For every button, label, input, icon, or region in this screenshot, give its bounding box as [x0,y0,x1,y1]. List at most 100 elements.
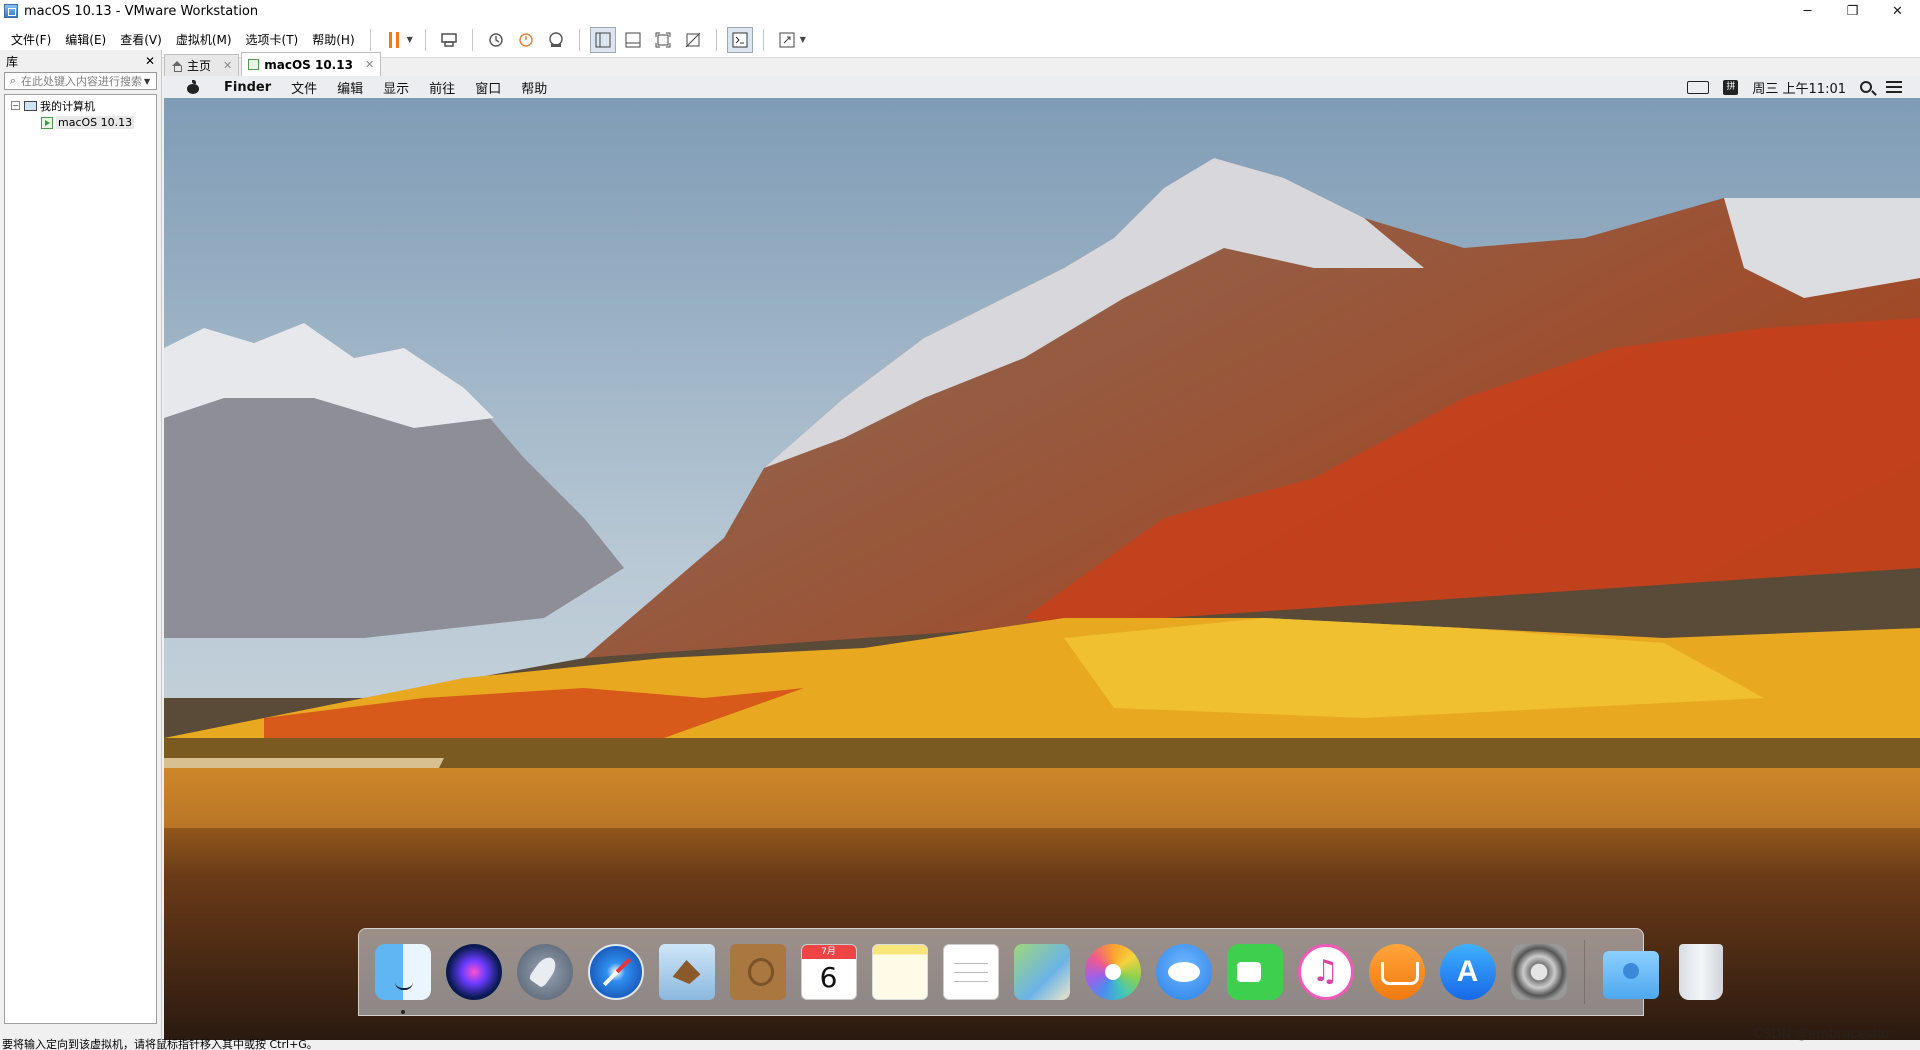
menu-tabs[interactable]: 选项卡(T) [239,28,306,52]
snapshot-manager-icon [549,31,563,47]
dock-finder-icon[interactable] [374,944,431,1014]
dock-messages-icon[interactable] [1155,944,1212,1000]
dock-launchpad-icon[interactable] [516,944,573,1000]
calendar-day: 6 [819,961,838,994]
send-ctrl-alt-del-button[interactable] [436,27,462,53]
dock-maps-icon[interactable] [1013,944,1070,1000]
menu-edit[interactable]: 编辑(E) [58,28,113,52]
notification-center-icon[interactable] [1886,81,1902,93]
guest-menu-go[interactable]: 前往 [419,78,465,97]
spotlight-search-icon[interactable] [1860,81,1872,93]
library-search-input[interactable]: ⌕ 在此处键入内容进行搜索 ▼ [4,72,157,90]
window-titlebar: macOS 10.13 - VMware Workstation ─ ❐ ✕ [0,0,1920,22]
dock-app-store-icon[interactable] [1439,944,1496,1000]
guest-menu-app[interactable]: Finder [214,80,281,95]
menu-file[interactable]: 文件(F) [4,28,58,52]
send-ctrl-alt-del-icon [441,32,457,47]
console-view-button[interactable] [726,26,753,53]
vm-console[interactable]: Finder 文件 编辑 显示 前往 窗口 帮助 拼 周三 上午11:01 7月… [164,76,1920,1040]
dock-contacts-icon[interactable] [729,944,786,1000]
snapshot-manager-button[interactable] [543,27,569,53]
dock-itunes-icon[interactable] [1297,944,1354,1000]
library-title: 库 [6,54,19,69]
tab-label: 主页 [187,59,212,73]
collapse-icon[interactable]: − [11,101,20,110]
toolbar-separator [424,28,426,51]
revert-snapshot-icon [519,32,533,47]
toolbar-separator [369,28,371,51]
computer-icon [24,100,37,111]
display-mirror-icon[interactable] [1687,80,1710,94]
vm-running-icon [41,116,53,129]
tab-home[interactable]: 主页 ✕ [164,54,240,76]
menu-vm[interactable]: 虚拟机(M) [169,28,239,52]
dock-separator [1584,940,1585,1004]
window-title: macOS 10.13 - VMware Workstation [24,3,259,19]
fullscreen-icon [655,32,671,47]
unity-icon [685,32,701,47]
vm-icon [248,59,260,70]
search-dropdown-icon[interactable]: ▼ [144,77,156,86]
guest-clock[interactable]: 周三 上午11:01 [1752,78,1846,97]
window-controls: ─ ❐ ✕ [1785,0,1920,22]
tab-vm[interactable]: macOS 10.13 ✕ [241,52,382,76]
revert-snapshot-button[interactable] [513,27,539,53]
pause-button[interactable] [381,27,407,53]
dock-facetime-icon[interactable] [1226,944,1283,1000]
guest-status-area: 拼 周三 上午11:01 [1673,78,1920,97]
toolbar-separator [762,28,764,51]
tab-label: macOS 10.13 [264,57,353,72]
dock-downloads-stack-icon[interactable] [1602,951,1659,999]
snapshot-icon [489,32,503,47]
dock-siri-icon[interactable] [445,944,502,1000]
unity-button[interactable] [680,27,706,53]
status-text: 要将输入定向到该虚拟机，请将鼠标指针移入其中或按 Ctrl+G。 [2,1038,318,1050]
stretch-icon [779,32,795,47]
library-close-button[interactable]: ✕ [145,54,155,68]
guest-menu-view[interactable]: 显示 [373,78,419,97]
take-snapshot-button[interactable] [483,27,509,53]
library-view-icon [595,32,611,47]
calendar-month: 7月 [801,945,856,959]
minimize-button[interactable]: ─ [1785,0,1830,22]
menu-view[interactable]: 查看(V) [113,28,169,52]
maximize-button[interactable]: ❐ [1830,0,1875,22]
dock-notes-icon[interactable] [871,944,928,1000]
apple-menu-icon[interactable] [186,80,200,94]
dock-photos-icon[interactable] [1084,944,1141,1000]
dock-ibooks-icon[interactable] [1368,944,1425,1000]
guest-menu-window[interactable]: 窗口 [465,78,511,97]
stretch-dropdown-caret[interactable]: ▼ [800,35,806,44]
tab-strip: 主页 ✕ macOS 10.13 ✕ [164,52,383,76]
dock-mail-icon[interactable] [658,944,715,1000]
dock-reminders-icon[interactable] [942,944,999,1000]
show-thumbnail-bar-button[interactable] [620,27,646,53]
home-icon [171,60,183,72]
show-library-button[interactable] [589,26,616,53]
dock-safari-icon[interactable] [587,944,644,1000]
guest-menu-edit[interactable]: 编辑 [327,78,373,97]
dock-trash-icon[interactable] [1679,944,1723,1000]
guest-menu-file[interactable]: 文件 [281,78,327,97]
dock-calendar-icon[interactable]: 7月 6 [800,944,857,1000]
tab-close-button[interactable]: ✕ [365,58,374,71]
menu-help[interactable]: 帮助(H) [305,28,361,52]
desktop-wallpaper [164,98,1920,1040]
pause-icon [388,31,399,48]
input-method-icon[interactable]: 拼 [1723,79,1739,95]
fullscreen-button[interactable] [650,27,676,53]
tree-item-vm[interactable]: macOS 10.13 [5,114,156,131]
toolbar-separator [715,28,717,51]
pause-dropdown-caret[interactable]: ▼ [407,35,413,44]
thumbnail-view-icon [625,32,641,47]
guest-menubar: Finder 文件 编辑 显示 前往 窗口 帮助 拼 周三 上午11:01 [164,76,1920,98]
tree-item-my-computer[interactable]: − 我的计算机 [5,97,156,114]
guest-menu-help[interactable]: 帮助 [511,78,557,97]
tab-close-button[interactable]: ✕ [223,59,232,72]
close-window-button[interactable]: ✕ [1875,0,1920,22]
dock: 7月 6 [358,928,1723,1016]
library-search-placeholder: 在此处键入内容进行搜索 [21,75,142,88]
stretch-guest-button[interactable] [774,27,800,53]
toolbar-separator [578,28,580,51]
dock-system-preferences-icon[interactable] [1510,944,1567,1000]
